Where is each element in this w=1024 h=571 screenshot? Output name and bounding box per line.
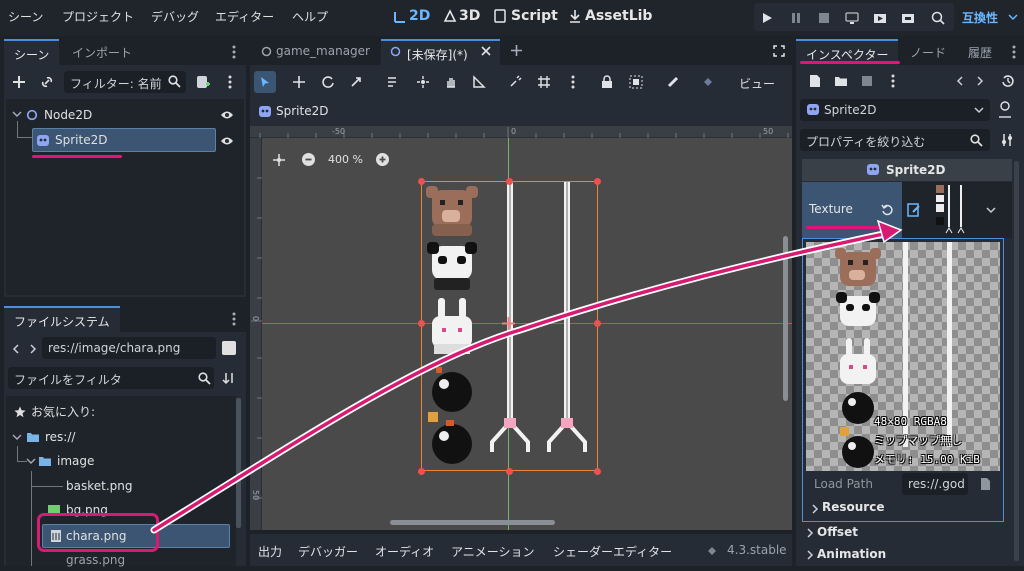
annotation-arrow xyxy=(150,219,903,534)
